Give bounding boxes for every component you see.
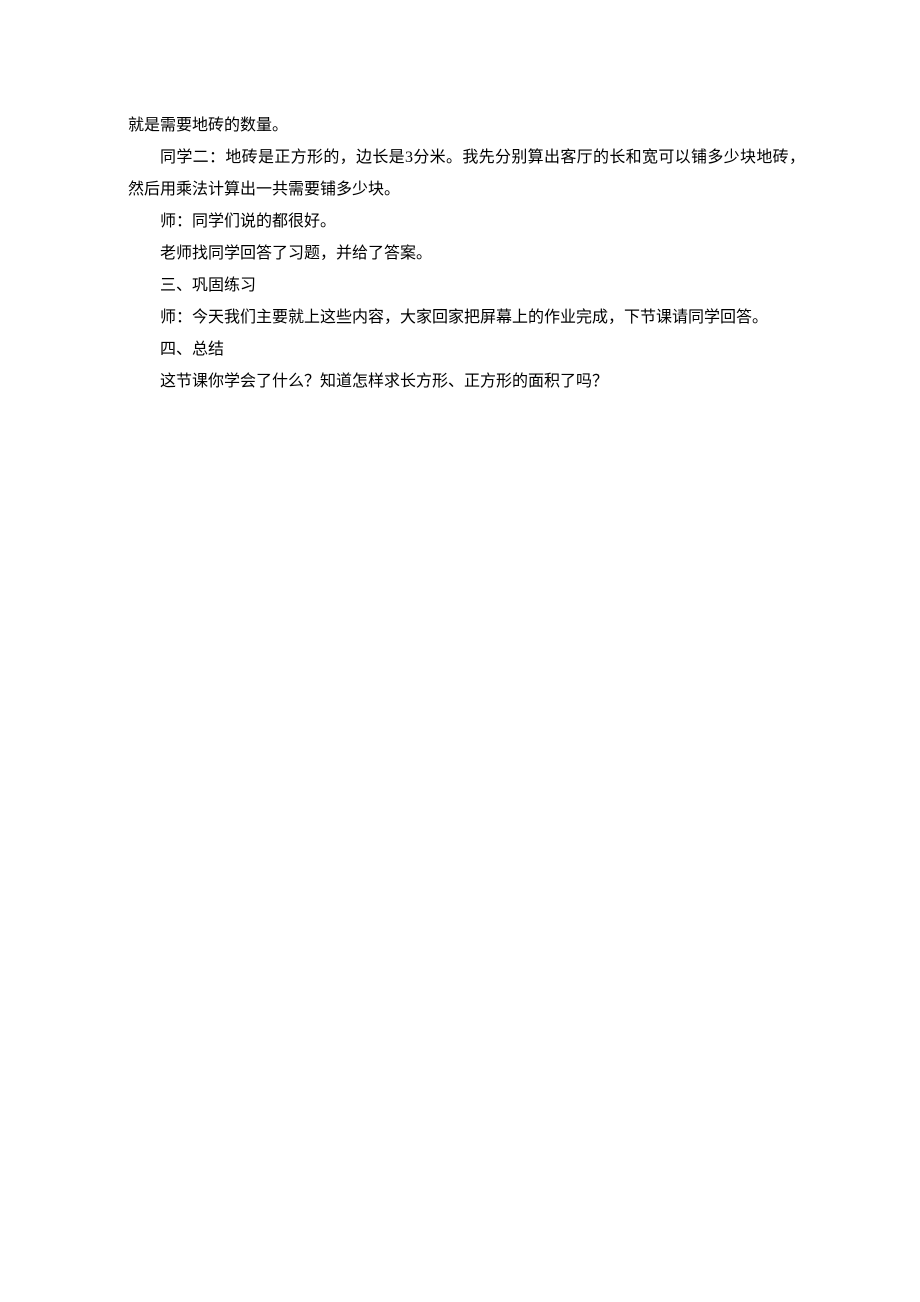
paragraph-line: 三、巩固练习 — [128, 270, 805, 302]
paragraph-line: 同学二：地砖是正方形的，边长是3分米。我先分别算出客厅的长和宽可以铺多少块地砖，… — [128, 142, 805, 206]
paragraph-line: 这节课你学会了什么？知道怎样求长方形、正方形的面积了吗？ — [128, 366, 805, 398]
paragraph-line: 师：今天我们主要就上这些内容，大家回家把屏幕上的作业完成，下节课请同学回答。 — [128, 302, 805, 334]
paragraph-line: 老师找同学回答了习题，并给了答案。 — [128, 238, 805, 270]
document-body: 就是需要地砖的数量。 同学二：地砖是正方形的，边长是3分米。我先分别算出客厅的长… — [128, 110, 805, 398]
paragraph-line: 就是需要地砖的数量。 — [128, 110, 805, 142]
paragraph-line: 四、总结 — [128, 334, 805, 366]
paragraph-line: 师：同学们说的都很好。 — [128, 206, 805, 238]
